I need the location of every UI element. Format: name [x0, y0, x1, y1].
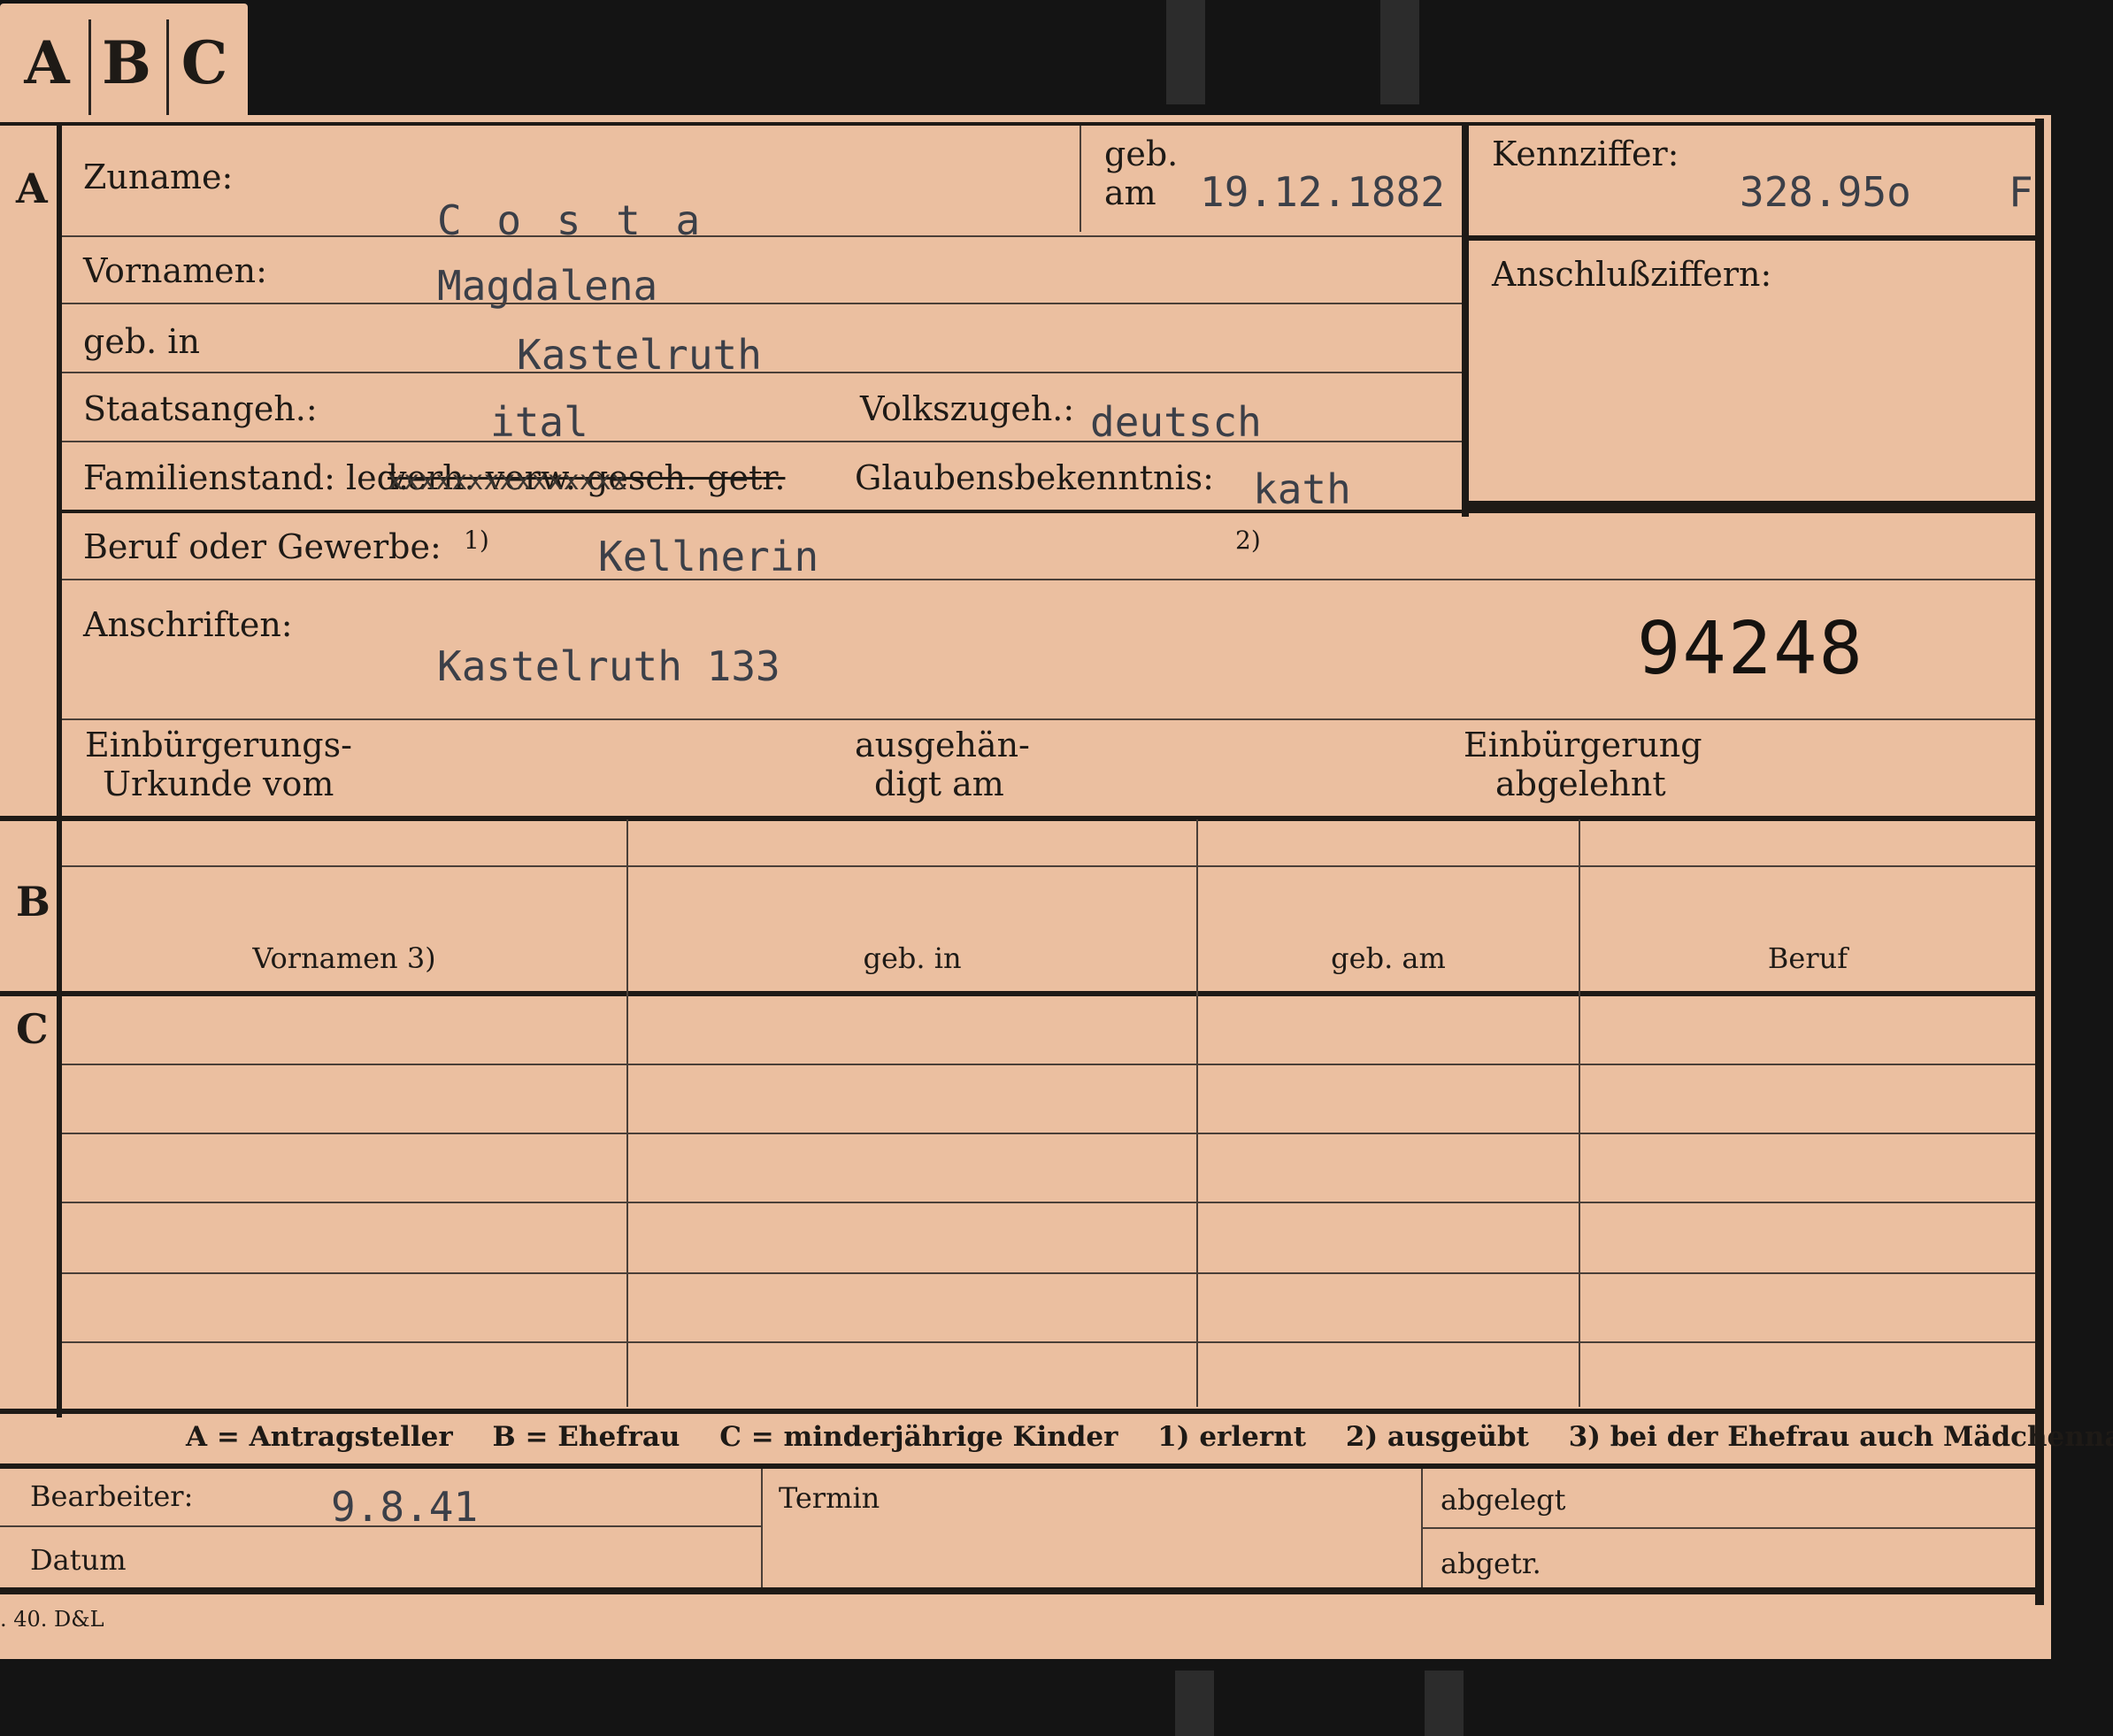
- reference-box-left: [1462, 122, 1469, 517]
- clip-top-left: [1166, 0, 1205, 104]
- table-row: [62, 1341, 2035, 1343]
- row-rule: [62, 579, 2035, 580]
- footer-divider: [761, 1469, 763, 1587]
- handed-over-label-1: ausgehän-: [855, 726, 1030, 764]
- legend: A = Antragsteller B = Ehefrau C = minder…: [186, 1421, 2113, 1453]
- table-row: [62, 1272, 2035, 1274]
- religion-label: Glaubensbekenntnis:: [855, 458, 1214, 497]
- clerk-label: Bearbeiter:: [30, 1479, 194, 1513]
- section-a-marker: A: [16, 165, 48, 212]
- clerk-value: 9.8.41: [331, 1483, 479, 1531]
- naturalization-cert-label-2: Urkunde vom: [103, 764, 334, 803]
- row-rule: [62, 235, 1462, 237]
- index-tab: A B C: [0, 4, 248, 122]
- footer-row-rule: [0, 1525, 761, 1527]
- naturalization-refused-label-1: Einbürgerung: [1464, 726, 1702, 764]
- surname-label: Zuname:: [83, 157, 234, 196]
- occupation-label: Beruf oder Gewerbe:: [83, 527, 442, 566]
- print-mark: . 40. D&L: [0, 1607, 104, 1632]
- occupation-value: Kellnerin: [598, 533, 819, 580]
- reference-label: Kennziffer:: [1492, 134, 1679, 173]
- handed-over-label-2: digt am: [874, 764, 1004, 803]
- column-header-birthplace: geb. in: [863, 941, 962, 975]
- reference-divider: [1469, 235, 2035, 241]
- naturalization-cert-label-1: Einbürgerungs-: [85, 726, 352, 764]
- ethnicity-value: deutsch: [1090, 398, 1262, 446]
- legend-a: A = Antragsteller: [186, 1421, 453, 1453]
- citizenship-label: Staatsangeh.:: [83, 389, 318, 428]
- clip-bottom-left: [1175, 1671, 1214, 1736]
- section-c-bottom-rule: [0, 1409, 2035, 1414]
- clip-top-right: [1380, 0, 1419, 104]
- legend-note-3: 3) bei der Ehefrau auch Mädchenname: [1568, 1421, 2113, 1453]
- column-header-birthdate: geb. am: [1331, 941, 1446, 975]
- row-rule: [62, 510, 2035, 513]
- deadline-label: Termin: [779, 1481, 880, 1515]
- frame-top: [0, 122, 2044, 126]
- frame-right: [2035, 119, 2044, 1605]
- legend-b: B = Ehefrau: [492, 1421, 680, 1453]
- column-rule: [1196, 819, 1198, 1407]
- marital-overtype: xxxxxxxxxxxxxxx: [388, 465, 627, 496]
- marital-label: Familienstand: led.: [83, 458, 410, 497]
- clip-bottom-right: [1425, 1671, 1464, 1736]
- birthdate-label-2: am: [1104, 173, 1156, 212]
- citizenship-value: ital: [490, 398, 588, 446]
- section-c-marker: C: [16, 1005, 49, 1053]
- given-names-label: Vornamen:: [83, 251, 267, 290]
- legend-note-2: 2) ausgeübt: [1345, 1421, 1529, 1453]
- column-rule: [1579, 819, 1580, 1407]
- birthdate-value: 19.12.1882: [1200, 168, 1445, 216]
- table-row: [62, 1202, 2035, 1203]
- filed-label: abgelegt: [1441, 1483, 1566, 1517]
- legend-note-1: 1) erlernt: [1157, 1421, 1307, 1453]
- tab-letter-c: C: [181, 28, 228, 97]
- occupation-note-1: 1): [464, 526, 489, 555]
- birthdate-divider: [1080, 126, 1081, 232]
- row-rule: [62, 718, 2035, 720]
- column-rule: [626, 819, 628, 1407]
- address-label: Anschriften:: [83, 605, 293, 644]
- legend-bottom-rule: [0, 1463, 2035, 1469]
- ethnicity-label: Volkszugeh.:: [860, 389, 1075, 428]
- section-a-bottom-rule: [0, 816, 2035, 821]
- stamp-number: 94248: [1637, 607, 1864, 691]
- row-rule: [62, 441, 1462, 442]
- footer-row-rule: [1421, 1527, 2035, 1529]
- linked-numbers-label: Anschlußziffern:: [1492, 255, 1772, 294]
- handed-label: abgetr.: [1441, 1547, 1541, 1580]
- occupation-note-2: 2): [1235, 526, 1261, 555]
- naturalization-refused-label-2: abgelehnt: [1495, 764, 1666, 803]
- section-b-marker: B: [16, 878, 50, 926]
- reference-suffix: F: [2009, 168, 2033, 216]
- index-card: A Zuname: C o s t a geb. am 19.12.1882 V…: [0, 115, 2113, 1659]
- section-column-rule: [57, 126, 62, 1417]
- birthplace-label: geb. in: [83, 322, 200, 361]
- date-label: Datum: [30, 1543, 127, 1577]
- legend-c: C = minderjährige Kinder: [719, 1421, 1118, 1453]
- footer-bottom-rule: [0, 1587, 2044, 1594]
- table-row: [62, 1133, 2035, 1134]
- religion-value: kath: [1253, 465, 1351, 513]
- row-rule: [62, 865, 2035, 867]
- table-row: [62, 1064, 2035, 1065]
- birthdate-label-1: geb.: [1104, 134, 1179, 173]
- reference-box-bottom: [1469, 501, 2035, 510]
- tab-letter-b: B: [102, 28, 151, 97]
- column-header-given-names: Vornamen 3): [252, 941, 436, 975]
- section-b-bottom-rule: [0, 991, 2035, 996]
- row-rule: [62, 372, 1462, 373]
- column-header-occupation: Beruf: [1767, 941, 1848, 975]
- row-rule: [62, 303, 1462, 304]
- reference-value: 328.95o: [1740, 168, 1911, 216]
- tab-letter-a: A: [24, 28, 70, 97]
- address-value: Kastelruth 133: [437, 642, 780, 690]
